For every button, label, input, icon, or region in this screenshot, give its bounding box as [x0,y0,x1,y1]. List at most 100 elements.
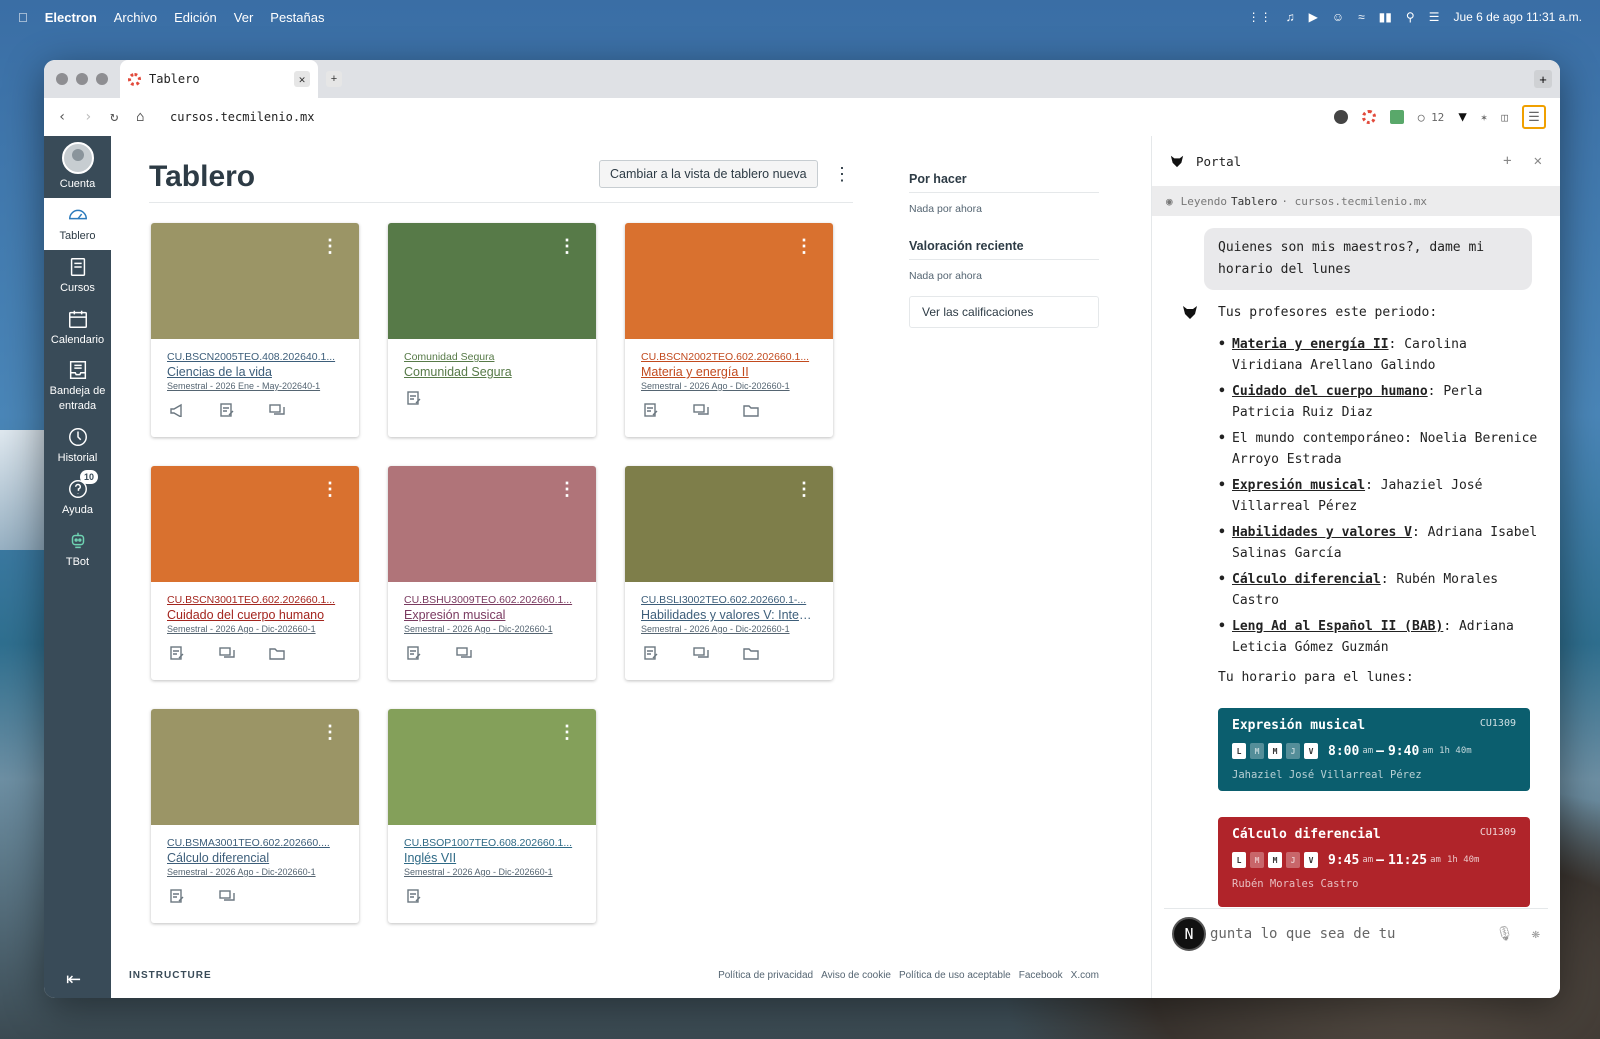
back-icon[interactable]: ‹ [58,109,84,125]
shield-icon[interactable]: ◯ 12 [1418,111,1445,124]
control-center-icon[interactable]: ☰ [1429,10,1440,24]
course-card[interactable]: ⋮ CU.BSCN3001TEO.602.202660.1... Cuidado… [151,466,359,680]
assignment-icon[interactable] [406,646,422,660]
nav-inbox[interactable]: Bandeja de entrada [44,353,111,420]
schedule-card[interactable]: Expresión musical CU1309 L M M J V 8:00 am –9:40… [1218,708,1530,791]
course-card[interactable]: ⋮ CU.BSLI3002TEO.602.202660.1-... Habili… [625,466,833,680]
forward-icon[interactable]: › [84,109,110,125]
course-link[interactable]: Materia y energía II [1232,337,1389,352]
assignment-icon[interactable] [406,391,422,405]
footer-link-cookie[interactable]: Aviso de cookie [821,970,891,981]
card-options-icon[interactable]: ⋮ [321,480,339,498]
menu-ver[interactable]: Ver [234,10,254,25]
hamburger-menu-icon[interactable]: ☰ [1522,105,1546,129]
card-options-icon[interactable]: ⋮ [558,723,576,741]
course-card[interactable]: ⋮ CU.BSCN2005TEO.408.202640.1... Ciencia… [151,223,359,437]
course-link[interactable]: Cuidado del cuerpo humano [1232,384,1428,399]
course-name-link[interactable]: Expresión musical [404,608,580,622]
paw-icon[interactable]: ❋ [1532,926,1540,942]
play-icon[interactable]: ▶ [1309,10,1318,24]
course-name-link[interactable]: Cálculo diferencial [167,851,343,865]
card-options-icon[interactable]: ⋮ [558,480,576,498]
course-name-link[interactable]: Materia y energía II [641,365,817,379]
footer-link-x[interactable]: X.com [1071,970,1099,981]
extension-green-icon[interactable] [1389,110,1404,124]
menu-edicion[interactable]: Edición [174,10,217,25]
nav-help[interactable]: 10 Ayuda [44,469,111,524]
assignment-icon[interactable] [169,889,185,903]
card-options-icon[interactable]: ⋮ [558,237,576,255]
course-card[interactable]: ⋮ CU.BSMA3001TEO.602.202660.... Cálculo … [151,709,359,923]
schedule-card[interactable]: Cálculo diferencial CU1309 L M M J V 9:45 am –11… [1218,817,1530,907]
discussion-icon[interactable] [219,646,235,660]
card-options-icon[interactable]: ⋮ [795,237,813,255]
discussion-icon[interactable] [269,403,285,417]
menu-archivo[interactable]: Archivo [114,10,157,25]
course-card-hero[interactable]: ⋮ [151,709,359,825]
card-options-icon[interactable]: ⋮ [321,723,339,741]
sidebar-toggle-icon[interactable]: ◫ [1501,111,1508,124]
discussion-icon[interactable] [693,403,709,417]
assignment-icon[interactable] [219,403,235,417]
course-card-hero[interactable]: ⋮ [388,709,596,825]
course-code-link[interactable]: CU.BSCN2005TEO.408.202640.1... [167,351,343,363]
new-tab-button[interactable]: + [326,71,342,87]
course-name-link[interactable]: Ciencias de la vida [167,365,343,379]
assignment-icon[interactable] [643,403,659,417]
discussion-icon[interactable] [219,889,235,903]
collapse-nav-icon[interactable]: ⇤ [66,969,81,990]
nav-courses[interactable]: Cursos [44,250,111,302]
nav-account[interactable]: Cuenta [44,136,111,198]
close-window-button[interactable] [56,73,68,85]
tab-tablero[interactable]: Tablero ✕ [120,60,318,98]
megaphone-icon[interactable] [169,403,185,417]
new-chat-icon[interactable]: + [1503,153,1511,169]
search-icon[interactable]: ⚲ [1406,10,1415,24]
course-card[interactable]: ⋮ CU.BSCN2002TEO.602.202660.1... Materia… [625,223,833,437]
dashboard-options-icon[interactable]: ⋮ [833,164,851,185]
card-options-icon[interactable]: ⋮ [321,237,339,255]
menu-app-name[interactable]: Electron [45,10,97,25]
user-icon[interactable]: ☺ [1332,10,1344,24]
url-field[interactable]: cursos.tecmilenio.mx [170,110,315,124]
nav-tbot[interactable]: TBot [44,524,111,576]
course-code-link[interactable]: CU.BSHU3009TEO.602.202660.1... [404,594,580,606]
grid-icon[interactable]: ⋮⋮ [1248,10,1272,24]
course-card-hero[interactable]: ⋮ [625,223,833,339]
course-card[interactable]: ⋮ CU.BSHU3009TEO.602.202660.1... Expresi… [388,466,596,680]
course-card-hero[interactable]: ⋮ [151,223,359,339]
course-name-link[interactable]: Comunidad Segura [404,365,580,379]
music-icon[interactable]: ♫ [1286,10,1295,24]
footer-link-facebook[interactable]: Facebook [1019,970,1063,981]
course-card-hero[interactable]: ⋮ [388,223,596,339]
clock-text[interactable]: Jue 6 de ago 11:31 a.m. [1453,10,1582,24]
microphone-icon[interactable]: 🎙︎ [1496,926,1514,942]
course-card-hero[interactable]: ⋮ [151,466,359,582]
zoom-window-button[interactable] [96,73,108,85]
apple-icon[interactable]:  [18,10,28,25]
home-icon[interactable]: ⌂ [136,109,162,125]
course-code-link[interactable]: CU.BSMA3001TEO.602.202660.... [167,837,343,849]
course-card-hero[interactable]: ⋮ [625,466,833,582]
chat-input[interactable]: gunta lo que sea de tu [1210,926,1478,942]
course-code-link[interactable]: CU.BSLI3002TEO.602.202660.1-... [641,594,817,606]
minimize-window-button[interactable] [76,73,88,85]
menu-pestanas[interactable]: Pestañas [270,10,324,25]
extension-red-icon[interactable] [1361,110,1376,124]
assignment-icon[interactable] [406,889,422,903]
folder-icon[interactable] [269,646,285,660]
course-name-link[interactable]: Habilidades y valores V: Integr... [641,608,817,622]
assignment-icon[interactable] [643,646,659,660]
course-code-link[interactable]: CU.BSCN2002TEO.602.202660.1... [641,351,817,363]
extension-dark-icon[interactable] [1333,110,1348,124]
nav-history[interactable]: Historial [44,420,111,472]
nav-dashboard[interactable]: Tablero [44,197,111,250]
view-grades-button[interactable]: Ver las calificaciones [909,296,1099,328]
course-link[interactable]: Cálculo diferencial [1232,572,1381,587]
switch-dashboard-view-button[interactable]: Cambiar a la vista de tablero nueva [599,160,818,188]
course-code-link[interactable]: CU.BSCN3001TEO.602.202660.1... [167,594,343,606]
course-link[interactable]: Expresión musical [1232,478,1365,493]
nav-calendar[interactable]: Calendario [44,302,111,354]
assignment-icon[interactable] [169,646,185,660]
course-link[interactable]: Habilidades y valores V [1232,525,1412,540]
